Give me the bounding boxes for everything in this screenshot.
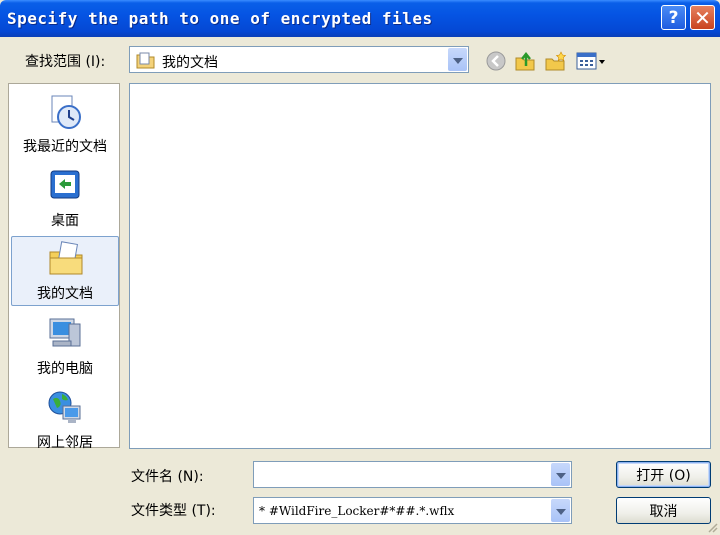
open-button-label: 打开 (O)	[636, 467, 691, 484]
places-bar: 我最近的文档 桌面 我的文档 我的电脑 网上邻居	[8, 83, 120, 451]
file-name-label: 文件名 (N):	[131, 469, 204, 485]
help-icon: ?	[668, 7, 679, 28]
look-in-dropdown[interactable]: 我的文档	[129, 46, 469, 73]
cancel-button[interactable]: 取消	[616, 497, 711, 524]
help-button[interactable]: ?	[661, 5, 686, 30]
network-places-icon	[48, 391, 81, 423]
look-in-label: 查找范围 (I):	[25, 54, 106, 70]
place-desktop[interactable]: 桌面	[11, 164, 119, 234]
place-label: 我最近的文档	[23, 139, 107, 155]
chevron-down-icon[interactable]	[448, 48, 467, 71]
place-my-documents[interactable]: 我的文档	[11, 236, 119, 306]
desktop-icon	[50, 170, 80, 199]
folder-icon	[136, 52, 155, 69]
file-type-value: * #WildFire_Locker#*##.*.wflx	[259, 504, 455, 518]
close-icon: ✕	[694, 5, 711, 30]
back-icon[interactable]	[485, 50, 507, 72]
place-label: 网上邻居	[37, 435, 93, 451]
new-folder-icon[interactable]	[544, 50, 568, 72]
place-recent-documents[interactable]: 我最近的文档	[11, 90, 119, 160]
chevron-down-icon[interactable]	[551, 463, 570, 486]
place-label: 我的文档	[37, 286, 93, 302]
file-name-input[interactable]	[253, 461, 572, 488]
view-menu-icon[interactable]	[576, 50, 606, 72]
close-button[interactable]: ✕	[690, 5, 715, 30]
my-computer-icon	[49, 318, 81, 347]
up-folder-icon[interactable]	[514, 50, 536, 72]
place-my-computer[interactable]: 我的电脑	[11, 312, 119, 382]
place-network[interactable]: 网上邻居	[11, 386, 119, 456]
file-list[interactable]	[129, 83, 711, 449]
title-bar[interactable]: Specify the path to one of encrypted fil…	[0, 0, 720, 37]
place-label: 我的电脑	[37, 361, 93, 377]
resize-grip-icon[interactable]	[706, 521, 718, 533]
place-label: 桌面	[51, 213, 79, 229]
my-documents-icon	[49, 241, 83, 275]
file-type-dropdown[interactable]: * #WildFire_Locker#*##.*.wflx	[253, 497, 572, 524]
open-button[interactable]: 打开 (O)	[616, 461, 711, 488]
recent-documents-icon	[51, 95, 81, 129]
window-title: Specify the path to one of encrypted fil…	[7, 9, 433, 28]
cancel-button-label: 取消	[649, 503, 678, 520]
look-in-value: 我的文档	[162, 55, 218, 71]
file-type-label: 文件类型 (T):	[131, 503, 216, 519]
chevron-down-icon[interactable]	[551, 499, 570, 522]
